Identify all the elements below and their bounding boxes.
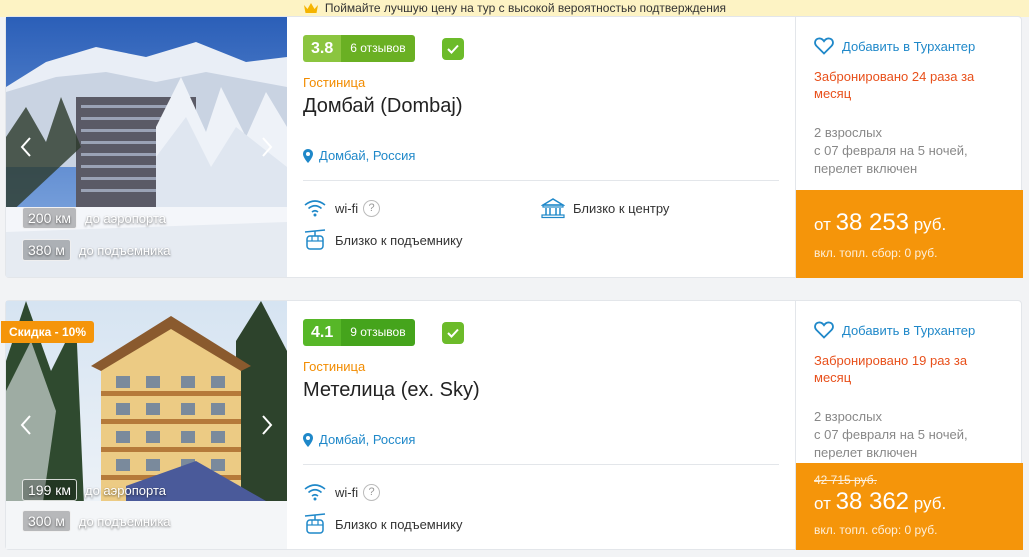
amenity-label: Близко к подъемнику: [335, 516, 463, 532]
help-icon[interactable]: ?: [363, 199, 381, 217]
hotel-photo[interactable]: 200 км до аэропорта 380 м до подъемника: [6, 17, 287, 277]
prev-photo-arrow[interactable]: [16, 135, 36, 159]
promo-banner-text: Поймайте лучшую цену на тур с высокой ве…: [324, 1, 727, 15]
amenity-wifi: wi-fi ?: [303, 481, 381, 503]
next-photo-arrow[interactable]: [257, 413, 277, 437]
price-currency: руб.: [913, 215, 947, 234]
tour-dates: с 07 февраля на 5 ночей,: [814, 143, 968, 158]
tour-flight: перелет включен: [814, 445, 918, 460]
airport-distance-label: до аэропорта: [85, 210, 167, 226]
add-to-favorites-button[interactable]: Добавить в Турхантер: [814, 321, 975, 339]
rating-badge[interactable]: 3.8 6 отзывов: [303, 35, 415, 62]
amenity-wifi: wi-fi ?: [303, 197, 381, 219]
tour-dates: с 07 февраля на 5 ночей,: [814, 427, 968, 442]
hotel-location-text: Домбай, Россия: [319, 148, 416, 163]
discount-badge: Скидка - 10%: [1, 321, 95, 343]
price-value: 38 362: [835, 488, 910, 515]
amenity-center: Близко к центру: [541, 197, 669, 219]
price-button[interactable]: от 38 253 руб. вкл. топл. сбор: 0 руб.: [796, 190, 1023, 278]
lift-distance: 380 м до подъемника: [22, 239, 171, 261]
map-pin-icon: [303, 148, 313, 163]
price-button[interactable]: 42 715 руб. от 38 362 руб. вкл. топл. сб…: [796, 463, 1023, 550]
next-photo-arrow[interactable]: [257, 135, 277, 159]
amenity-label: wi-fi: [335, 200, 359, 216]
wifi-icon: [303, 197, 327, 219]
airport-distance-label: до аэропорта: [85, 482, 167, 498]
add-to-favorites-label: Добавить в Турхантер: [842, 38, 976, 54]
add-to-favorites-label: Добавить в Турхантер: [842, 322, 976, 338]
reviews-count[interactable]: 9 отзывов: [341, 319, 415, 346]
price: от 38 362 руб.: [814, 488, 946, 516]
airport-distance: 200 км до аэропорта: [22, 207, 166, 229]
hotel-name[interactable]: Домбай (Dombaj): [303, 95, 463, 118]
ski-lift-icon: [303, 229, 327, 251]
hotel-location[interactable]: Домбай, Россия: [303, 432, 415, 447]
rating-badge[interactable]: 4.1 9 отзывов: [303, 319, 415, 346]
lift-distance: 300 м до подъемника: [22, 510, 171, 532]
lift-distance-label: до подъемника: [78, 513, 171, 529]
price-prefix: от: [814, 494, 831, 513]
amenity-lift: Близко к подъемнику: [303, 513, 463, 535]
amenity-label: Близко к центру: [573, 200, 670, 216]
old-price: 42 715 руб.: [814, 473, 877, 487]
price-value: 38 253: [835, 209, 910, 236]
price-currency: руб.: [913, 494, 947, 513]
lift-distance-label: до подъемника: [78, 242, 171, 258]
city-center-icon: [541, 197, 565, 219]
booked-count: Забронировано 24 раза за месяц: [814, 69, 975, 101]
rating-score: 4.1: [303, 319, 342, 346]
airport-distance-value: 199 км: [22, 479, 77, 501]
heart-icon: [814, 37, 834, 55]
rating-score: 3.8: [303, 35, 342, 62]
heart-icon: [814, 321, 834, 339]
tour-details: 2 взрослых с 07 февраля на 5 ночей, пере…: [814, 408, 1014, 462]
amenity-label: Близко к подъемнику: [335, 232, 463, 248]
map-pin-icon: [303, 432, 313, 447]
booking-panel: Добавить в Турхантер Забронировано 24 ра…: [795, 17, 1023, 278]
booking-panel: Добавить в Турхантер Забронировано 19 ра…: [795, 301, 1023, 550]
fuel-fee: вкл. топл. сбор: 0 руб.: [814, 246, 938, 260]
verified-check-icon: [442, 322, 464, 344]
divider: [303, 464, 779, 465]
tour-flight: перелет включен: [814, 161, 918, 176]
hotel-card: 200 км до аэропорта 380 м до подъемника …: [5, 16, 1023, 278]
help-icon[interactable]: ?: [363, 483, 381, 501]
hotel-card: Скидка - 10% 199 км до аэропорта 300 м д…: [1, 300, 1023, 550]
divider: [303, 180, 779, 181]
hotel-info: 3.8 6 отзывов Гостиница Домбай (Dombaj) …: [287, 17, 795, 277]
amenity-lift: Близко к подъемнику: [303, 229, 463, 251]
price: от 38 253 руб.: [814, 209, 946, 237]
hotel-type: Гостиница: [303, 75, 366, 90]
lift-distance-value: 300 м: [22, 510, 71, 532]
wifi-icon: [303, 481, 327, 503]
verified-check-icon: [442, 38, 464, 60]
price-prefix: от: [814, 215, 831, 234]
promo-banner: Поймайте лучшую цену на тур с высокой ве…: [0, 0, 1029, 17]
fuel-fee: вкл. топл. сбор: 0 руб.: [814, 523, 938, 537]
hotel-info: 4.1 9 отзывов Гостиница Метелица (ex. Sk…: [287, 301, 795, 549]
tour-details: 2 взрослых с 07 февраля на 5 ночей, пере…: [814, 124, 1014, 178]
prev-photo-arrow[interactable]: [16, 413, 36, 437]
reviews-count[interactable]: 6 отзывов: [341, 35, 415, 62]
add-to-favorites-button[interactable]: Добавить в Турхантер: [814, 37, 975, 55]
hotel-location[interactable]: Домбай, Россия: [303, 148, 415, 163]
hotel-type: Гостиница: [303, 359, 366, 374]
booked-count: Забронировано 19 раз за месяц: [814, 353, 968, 385]
hotel-location-text: Домбай, Россия: [319, 432, 416, 447]
tour-guests: 2 взрослых: [814, 125, 882, 140]
airport-distance-value: 200 км: [22, 207, 77, 229]
amenity-label: wi-fi: [335, 484, 359, 500]
airport-distance: 199 км до аэропорта: [22, 479, 166, 501]
ski-lift-icon: [303, 513, 327, 535]
hotel-name[interactable]: Метелица (ex. Sky): [303, 379, 480, 402]
tour-guests: 2 взрослых: [814, 409, 882, 424]
lift-distance-value: 380 м: [22, 239, 71, 261]
